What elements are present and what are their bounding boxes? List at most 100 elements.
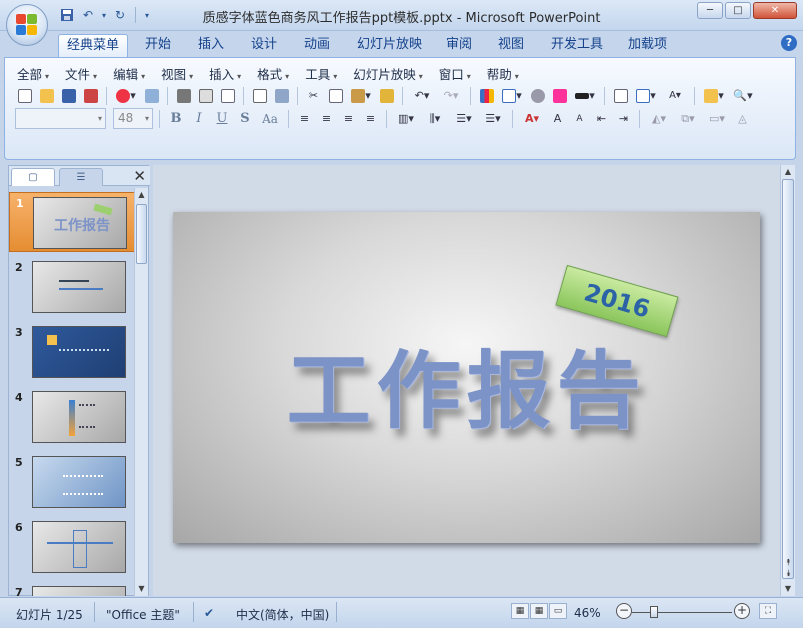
office-button[interactable]	[6, 4, 48, 46]
slides-tab[interactable]: ▢	[11, 168, 55, 186]
bold-button[interactable]: B	[166, 109, 186, 128]
print-icon[interactable]	[174, 86, 193, 105]
decrease-font-icon[interactable]: A	[570, 109, 589, 128]
slide-thumbnail-row[interactable]: 1 工作报告	[9, 192, 135, 252]
format-painter-icon[interactable]	[377, 86, 396, 105]
email-icon[interactable]	[142, 86, 161, 105]
justify-icon[interactable]: ≡	[361, 109, 380, 128]
permission-icon[interactable]	[81, 86, 100, 105]
text-columns-icon[interactable]: ▥▾	[393, 109, 419, 128]
tab-insert[interactable]: 插入	[190, 34, 232, 57]
align-center-icon[interactable]: ≡	[317, 109, 336, 128]
menu-view[interactable]: 视图 ▾	[161, 64, 193, 83]
zoom-out-icon[interactable]: −	[616, 603, 632, 619]
menu-insert[interactable]: 插入 ▾	[209, 64, 241, 83]
menu-help[interactable]: 帮助 ▾	[487, 64, 519, 83]
numbering-icon[interactable]: ☰▾	[451, 109, 477, 128]
scroll-up-icon[interactable]: ▲	[781, 165, 795, 179]
insert-table-icon[interactable]: ▾	[499, 86, 525, 105]
align-right-icon[interactable]: ≡	[339, 109, 358, 128]
slide-thumbnail-row[interactable]: 2	[9, 257, 135, 317]
close-button[interactable]: ✕	[753, 2, 797, 19]
editor-scrollbar[interactable]: ▲ ⯭ ⯯ ▼	[780, 165, 795, 596]
scrollbar-thumb[interactable]	[782, 179, 794, 579]
zoom-slider[interactable]	[632, 606, 732, 618]
redo-toolbar-icon[interactable]: ↷▾	[438, 86, 464, 105]
undo-toolbar-icon[interactable]: ↶▾	[409, 86, 435, 105]
change-case-button[interactable]: Aa	[258, 109, 282, 128]
scrollbar-thumb[interactable]	[136, 204, 147, 264]
slide-thumbnail-row[interactable]: 3	[9, 322, 135, 382]
research-icon[interactable]	[272, 86, 291, 105]
menu-format[interactable]: 格式 ▾	[257, 64, 289, 83]
slide-title[interactable]: 工作报告	[173, 324, 760, 445]
tab-classic-menu[interactable]: 经典菜单	[58, 34, 129, 57]
next-slide-icon[interactable]: ⯯	[781, 569, 796, 580]
slideshow-view-icon[interactable]: ▭	[549, 603, 567, 619]
clip-art-icon[interactable]	[528, 86, 547, 105]
menu-all[interactable]: 全部 ▾	[17, 64, 49, 83]
increase-indent-icon[interactable]: ⇥	[614, 109, 633, 128]
insert-chart-icon[interactable]	[477, 86, 496, 105]
save-file-icon[interactable]	[59, 86, 78, 105]
text-box-icon[interactable]: A▾	[662, 86, 688, 105]
decrease-indent-icon[interactable]: ⇤	[592, 109, 611, 128]
slide-thumbnail-row[interactable]: 4	[9, 387, 135, 447]
align-left-icon[interactable]: ≡	[295, 109, 314, 128]
font-size-select[interactable]: 48 ▾	[113, 108, 153, 129]
slide-design-icon[interactable]: ▾	[633, 86, 659, 105]
slide-sorter-icon[interactable]: ▦	[530, 603, 548, 619]
spelling-icon[interactable]	[250, 86, 269, 105]
quick-styles-icon[interactable]: ▭▾	[704, 109, 730, 128]
zoom-in-icon[interactable]: +	[734, 603, 750, 619]
shadow-button[interactable]: S	[235, 109, 255, 128]
maximize-button[interactable]: □	[725, 2, 751, 19]
tab-animation[interactable]: 动画	[296, 34, 338, 57]
shapes-icon[interactable]: ◭▾	[646, 109, 672, 128]
menu-slideshow[interactable]: 幻灯片放映 ▾	[353, 64, 423, 83]
fit-to-window-icon[interactable]: ⛶	[759, 603, 777, 619]
tab-view[interactable]: 视图	[490, 34, 532, 57]
arrange-icon[interactable]: ⧉▾	[675, 109, 701, 128]
slide-thumbnail-row[interactable]: 5	[9, 452, 135, 512]
italic-button[interactable]: I	[189, 109, 209, 128]
menu-tools[interactable]: 工具 ▾	[305, 64, 337, 83]
bullets-icon[interactable]: ☰▾	[480, 109, 506, 128]
new-slide-icon[interactable]	[611, 86, 630, 105]
outline-tab[interactable]: ☰	[59, 168, 103, 186]
scroll-up-icon[interactable]: ▲	[135, 188, 148, 202]
slide-thumbnail-row[interactable]: 7	[9, 582, 135, 596]
menu-file[interactable]: 文件 ▾	[65, 64, 97, 83]
current-slide[interactable]: 工作报告 2016	[173, 212, 760, 543]
normal-view-icon[interactable]: ▦	[511, 603, 529, 619]
copy-icon[interactable]	[326, 86, 345, 105]
increase-font-icon[interactable]: A	[548, 109, 567, 128]
open-folder-dropdown-icon[interactable]: ▾	[701, 86, 727, 105]
border-color-icon[interactable]: ▾	[572, 86, 598, 105]
underline-button[interactable]: U	[212, 109, 232, 128]
tab-home[interactable]: 开始	[137, 34, 179, 57]
open-folder-icon[interactable]	[37, 86, 56, 105]
fill-color-icon[interactable]: ◬	[733, 109, 752, 128]
slide-layout-icon[interactable]	[218, 86, 237, 105]
menu-edit[interactable]: 编辑 ▾	[113, 64, 145, 83]
help-icon[interactable]: ?	[781, 35, 797, 51]
new-document-icon[interactable]	[15, 86, 34, 105]
print-preview-icon[interactable]	[196, 86, 215, 105]
tab-design[interactable]: 设计	[243, 34, 285, 57]
search-icon[interactable]: 🔍▾	[730, 86, 756, 105]
scroll-down-icon[interactable]: ▼	[781, 582, 795, 596]
menu-window[interactable]: 窗口 ▾	[439, 64, 471, 83]
slides-panel-scrollbar[interactable]: ▲ ▼	[134, 188, 148, 596]
spell-check-icon[interactable]: ✔	[204, 606, 214, 620]
tab-addins[interactable]: 加载项	[620, 34, 675, 57]
slide-thumbnail-row[interactable]: 6	[9, 517, 135, 577]
tab-review[interactable]: 审阅	[438, 34, 480, 57]
theme-name[interactable]: "Office 主题"	[106, 606, 180, 623]
scroll-down-icon[interactable]: ▼	[135, 582, 148, 596]
font-name-select[interactable]: ▾	[15, 108, 106, 129]
insert-picture-icon[interactable]	[550, 86, 569, 105]
language-indicator[interactable]: 中文(简体，中国)	[236, 606, 329, 623]
font-color-icon[interactable]: A▾	[519, 109, 545, 128]
tab-slideshow[interactable]: 幻灯片放映	[349, 34, 430, 57]
